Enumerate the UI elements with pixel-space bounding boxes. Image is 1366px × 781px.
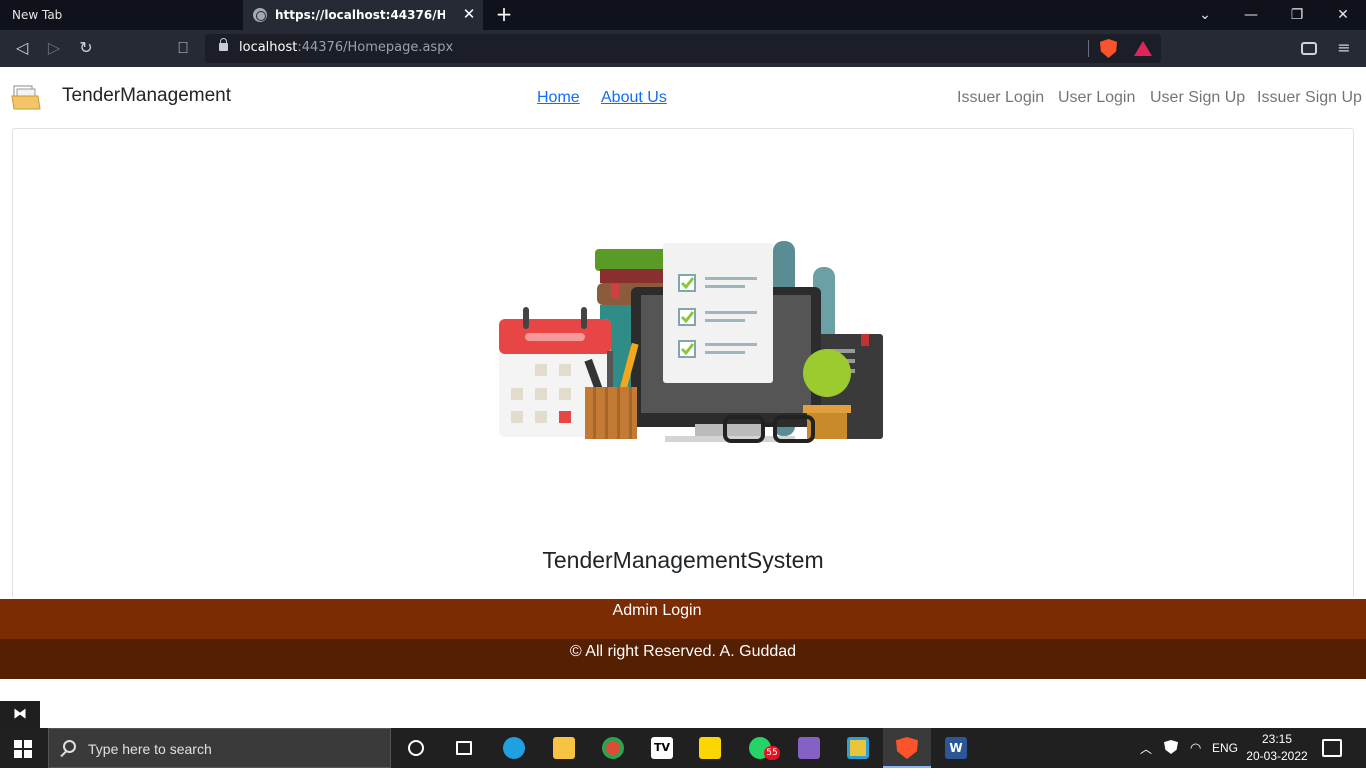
url-text: localhost:44376/Homepage.aspx — [239, 40, 454, 55]
notification-badge: 55 — [764, 746, 780, 760]
tab-title: https://localhost:44376/Homepage.aspx — [275, 8, 445, 22]
hero-card: TenderManagementSystem — [12, 128, 1354, 598]
chrome-icon[interactable] — [589, 728, 637, 768]
visual-studio-icon[interactable]: ⧓ — [0, 701, 40, 728]
snipping-tool-icon[interactable] — [834, 728, 882, 768]
menu-icon[interactable]: ≡ — [1336, 38, 1352, 58]
browser-toolbar: ◁ ▷ ↻ ⎕ localhost:44376/Homepage.aspx ≡ — [0, 30, 1366, 67]
language-indicator[interactable]: ENG — [1212, 741, 1238, 781]
wallet-icon[interactable] — [1301, 42, 1317, 55]
brave-taskbar-icon[interactable] — [883, 728, 931, 768]
back-icon[interactable]: ◁ — [12, 38, 32, 58]
copyright-text: © All right Reserved. A. Guddad — [569, 643, 797, 660]
clock-date: 20-03-2022 — [1246, 749, 1308, 763]
minimize-button[interactable]: — — [1241, 5, 1261, 25]
bookmark-icon[interactable]: ⎕ — [173, 38, 193, 58]
clock-time: 23:15 — [1261, 732, 1293, 746]
lock-icon — [219, 38, 228, 51]
security-shield-icon[interactable] — [1164, 740, 1178, 754]
tradingview-icon[interactable]: TV — [638, 728, 686, 768]
footer-bottom-bar: © All right Reserved. A. Guddad — [0, 639, 1366, 679]
system-clock[interactable]: 23:15 20-03-2022 — [1246, 731, 1308, 765]
issuer-login-link[interactable]: Issuer Login — [957, 89, 1044, 107]
windows-taskbar: Type here to search TV 55 W ︿ ◠ ENG 23:1… — [0, 728, 1366, 768]
show-hidden-icons-chevron[interactable]: ︿ — [1140, 740, 1154, 780]
wifi-icon[interactable]: ◠ — [1190, 740, 1204, 780]
close-tab-icon[interactable]: ✕ — [461, 6, 477, 22]
notification-center-icon[interactable] — [1322, 739, 1342, 757]
brave-rewards-icon[interactable] — [1134, 41, 1152, 56]
cortana-icon[interactable] — [392, 728, 440, 768]
reload-icon[interactable]: ↻ — [76, 38, 96, 58]
tab-homepage[interactable]: https://localhost:44376/Homepage.aspx ✕ — [243, 0, 483, 30]
folder-logo-icon — [11, 85, 41, 110]
page-content: TenderManagement Home About Us Issuer Lo… — [0, 67, 1366, 701]
globe-icon — [253, 8, 267, 22]
tab-title: New Tab — [12, 8, 63, 22]
search-icon — [63, 740, 76, 753]
site-navbar: TenderManagement Home About Us Issuer Lo… — [0, 67, 1366, 127]
whatsapp-icon[interactable]: 55 — [736, 728, 784, 768]
task-view-icon[interactable] — [440, 728, 488, 768]
brave-shield-icon[interactable] — [1100, 39, 1117, 58]
forward-icon[interactable]: ▷ — [44, 38, 64, 58]
close-window-button[interactable]: ✕ — [1333, 5, 1353, 25]
word-icon[interactable]: W — [932, 728, 980, 768]
footer-top-bar: Admin Login — [0, 599, 1366, 639]
tender-illustration — [499, 241, 883, 443]
edge-icon[interactable] — [490, 728, 538, 768]
restore-button[interactable]: ❐ — [1287, 5, 1307, 25]
brand-title[interactable]: TenderManagement — [62, 85, 231, 107]
sticky-notes-icon[interactable] — [686, 728, 734, 768]
nav-home-link[interactable]: Home — [537, 89, 580, 107]
file-explorer-icon[interactable] — [540, 728, 588, 768]
visual-studio-taskbar-icon[interactable] — [785, 728, 833, 768]
admin-login-link[interactable]: Admin Login — [0, 602, 1314, 620]
browser-tab-strip: New Tab https://localhost:44376/Homepage… — [0, 0, 1366, 30]
taskbar-search-box[interactable]: Type here to search — [48, 728, 391, 768]
issuer-sign-up-link[interactable]: Issuer Sign Up — [1257, 89, 1362, 107]
tab-new-tab[interactable]: New Tab — [0, 0, 243, 30]
windows-start-icon[interactable] — [14, 740, 32, 758]
nav-about-us-link[interactable]: About Us — [601, 89, 667, 107]
search-placeholder: Type here to search — [88, 741, 212, 757]
hero-title: TenderManagementSystem — [542, 547, 824, 573]
address-bar[interactable]: localhost:44376/Homepage.aspx — [205, 34, 1161, 63]
tab-search-chevron-icon[interactable]: ⌄ — [1195, 5, 1215, 25]
user-sign-up-link[interactable]: User Sign Up — [1150, 89, 1245, 107]
new-tab-button[interactable]: + — [494, 4, 514, 24]
url-separator — [1088, 40, 1089, 57]
user-login-link[interactable]: User Login — [1058, 89, 1135, 107]
